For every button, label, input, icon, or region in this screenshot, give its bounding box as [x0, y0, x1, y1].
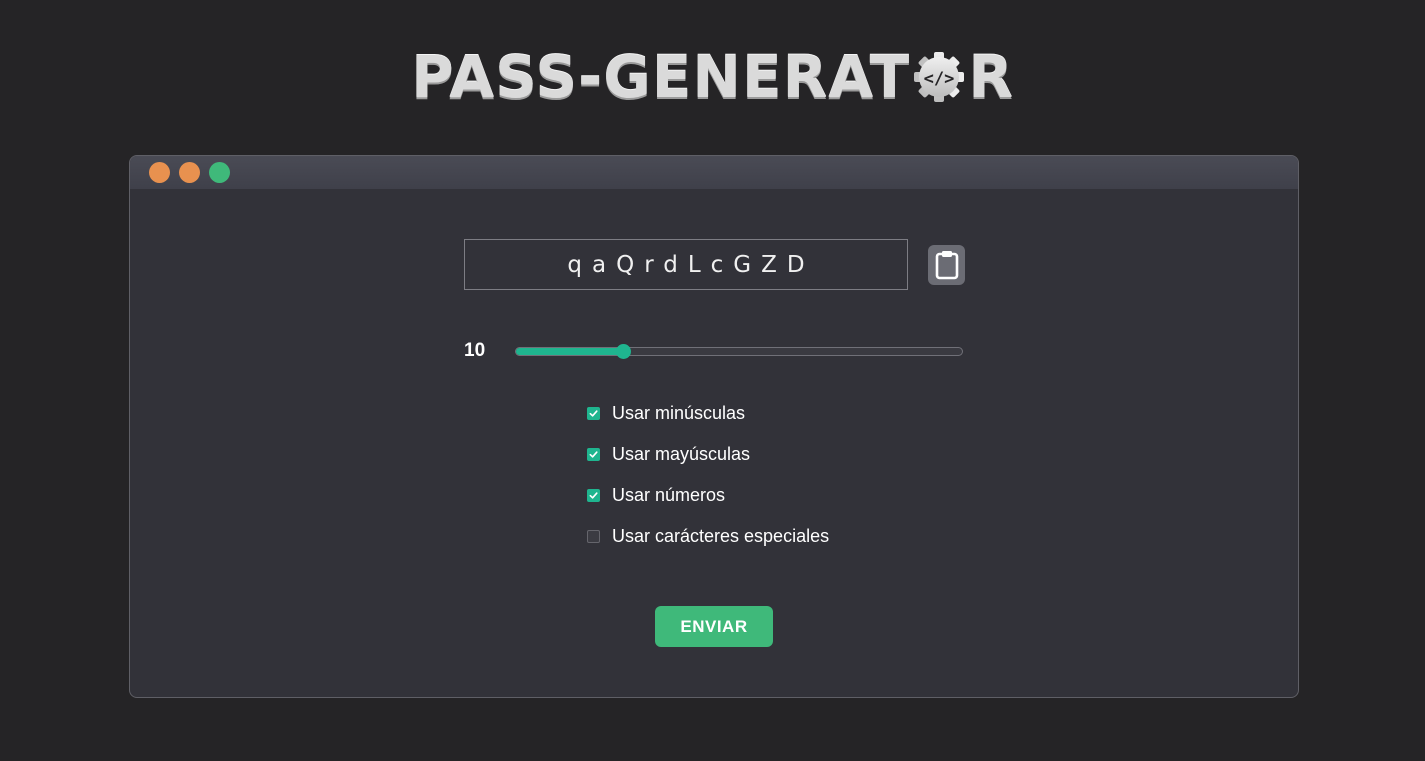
option-label: Usar números: [612, 485, 726, 505]
submit-button[interactable]: ENVIAR: [655, 606, 773, 647]
option-numbers[interactable]: Usar números: [587, 484, 829, 507]
option-label: Usar carácteres especiales: [612, 526, 830, 546]
window-titlebar: [130, 156, 1298, 189]
checkbox-special[interactable]: [587, 530, 600, 543]
length-slider[interactable]: [515, 344, 963, 359]
window-dot-minimize[interactable]: [179, 162, 200, 183]
option-special[interactable]: Usar carácteres especiales: [587, 525, 829, 548]
window-dot-close[interactable]: [149, 162, 170, 183]
app-logo: PASS-GENERAT </> R: [0, 44, 1425, 110]
checkbox-numbers[interactable]: [587, 489, 600, 502]
clipboard-icon: [935, 251, 958, 280]
window-dot-maximize[interactable]: [209, 162, 230, 183]
option-lowercase[interactable]: Usar minúsculas: [587, 402, 829, 425]
logo-text-start: PASS-GENERAT: [411, 43, 911, 111]
svg-text:</>: </>: [924, 69, 955, 89]
option-label: Usar mayúsculas: [612, 444, 751, 464]
password-output[interactable]: qaQrdLcGZD: [464, 239, 908, 290]
option-uppercase[interactable]: Usar mayúsculas: [587, 443, 829, 466]
option-label: Usar minúsculas: [612, 403, 746, 423]
checkbox-uppercase[interactable]: [587, 448, 600, 461]
copy-button[interactable]: [928, 245, 965, 285]
slider-fill: [516, 348, 624, 355]
page: PASS-GENERAT </> R qaQrdLcGZD 10 Usar mi…: [0, 0, 1425, 761]
slider-thumb[interactable]: [616, 344, 632, 359]
checkbox-lowercase[interactable]: [587, 407, 600, 420]
options-list: Usar minúsculas Usar mayúsculas Usar núm…: [587, 402, 829, 548]
logo-text-end: R: [968, 43, 1014, 111]
gear-code-icon: </>: [914, 52, 965, 102]
generator-window: qaQrdLcGZD 10 Usar minúsculas Usar mayús…: [129, 155, 1299, 698]
length-value: 10: [464, 340, 486, 361]
